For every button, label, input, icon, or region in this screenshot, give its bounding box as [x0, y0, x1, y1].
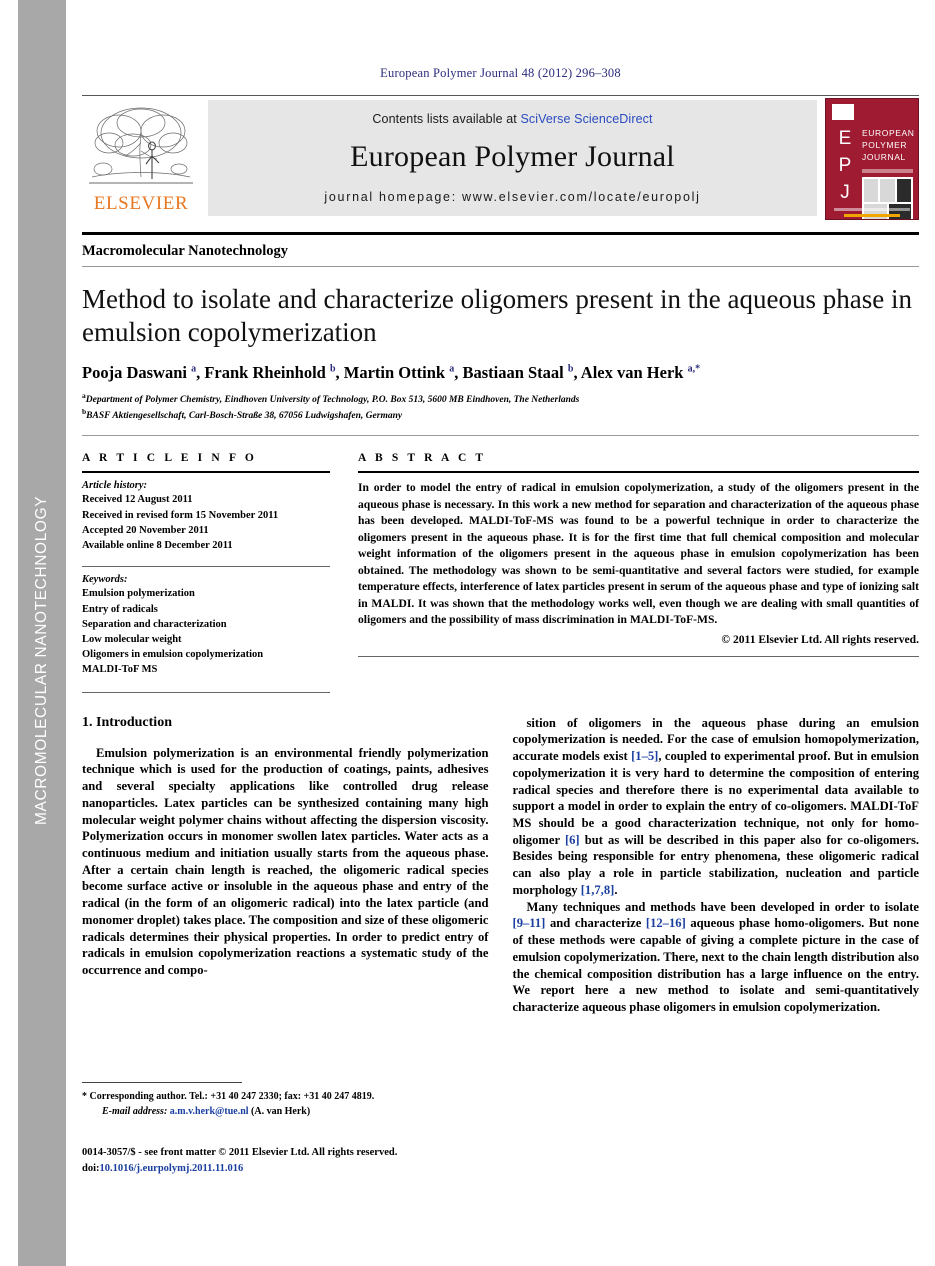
journal-masthead: ELSEVIER Contents lists available at Sci… — [82, 95, 919, 222]
doi-link[interactable]: 10.1016/j.eurpolymj.2011.11.016 — [100, 1163, 244, 1174]
cover-figure-cell — [896, 179, 911, 202]
footnote-divider — [82, 1082, 242, 1083]
history-accepted: Accepted 20 November 2011 — [82, 524, 209, 536]
cover-footer-bar — [834, 208, 910, 211]
keyword-item: Entry of radicals — [82, 603, 158, 615]
footnote-block: * Corresponding author. Tel.: +31 40 247… — [82, 1082, 482, 1119]
cover-figure-row — [864, 179, 911, 202]
cover-accent-bar — [844, 214, 900, 217]
article-info-heading: A R T I C L E I N F O — [82, 452, 257, 465]
author-list: Pooja Daswani a, Frank Rheinhold b, Mart… — [82, 362, 701, 382]
elsevier-wordmark: ELSEVIER — [93, 193, 189, 214]
article-history-heading: Article history: — [82, 480, 148, 492]
contents-available-line: Contents lists available at SciVerse Sci… — [372, 112, 652, 126]
article-info-bottom-rule — [82, 691, 330, 693]
history-online: Available online 8 December 2011 — [82, 540, 233, 552]
article-title: Method to isolate and characterize oligo… — [82, 284, 912, 347]
corresponding-author-text: Corresponding author. Tel.: +31 40 247 2… — [89, 1091, 375, 1102]
affiliation-list: aDepartment of Polymer Chemistry, Eindho… — [82, 391, 919, 424]
cover-letter-e: E — [838, 128, 852, 149]
corresponding-author-symbol: * — [82, 1091, 87, 1102]
cover-title-line-2: POLYMER — [862, 140, 908, 150]
body-paragraph: sition of oligomers in the aqueous phase… — [512, 715, 920, 897]
keywords-heading: Keywords: — [82, 574, 128, 586]
cover-figure-cell — [880, 179, 895, 202]
section-label-rule — [82, 266, 919, 267]
cover-figure-cell — [888, 204, 911, 219]
keyword-item: Separation and characterization — [82, 618, 227, 630]
cover-letter-p: P — [838, 155, 852, 176]
email-owner: (A. van Herk) — [251, 1105, 311, 1117]
running-head: European Polymer Journal 48 (2012) 296–3… — [380, 66, 621, 80]
affiliation-a-text: Department of Polymer Chemistry, Eindhov… — [85, 395, 580, 406]
cover-figure-cell — [864, 204, 887, 219]
doi-prefix: doi: — [82, 1162, 100, 1174]
body-column-left: 1. Introduction Emulsion polymerization … — [82, 715, 489, 1016]
cover-figure-cell — [864, 179, 879, 202]
history-received: Received 12 August 2011 — [82, 494, 193, 506]
sidebar-vertical-label: MACROMOLECULAR NANOTECHNOLOGY — [33, 495, 50, 825]
introduction-heading: 1. Introduction — [82, 714, 172, 730]
affiliation-a: aDepartment of Polymer Chemistry, Eindho… — [82, 390, 580, 406]
keyword-item: Low molecular weight — [82, 633, 182, 645]
article-body: 1. Introduction Emulsion polymerization … — [82, 715, 919, 1016]
keyword-item: MALDI-ToF MS — [82, 664, 158, 676]
corresponding-author-note: * Corresponding author. Tel.: +31 40 247… — [82, 1090, 482, 1105]
cover-epj-letters: E P J — [832, 125, 858, 203]
journal-title: European Polymer Journal — [350, 139, 675, 173]
article-info-heading-rule — [82, 471, 330, 474]
cover-title-line-3: JOURNAL — [862, 152, 906, 162]
email-note: E-mail address: a.m.v.herk@tue.nl (A. va… — [82, 1105, 482, 1120]
issn-line: 0014-3057/$ - see front matter © 2011 El… — [82, 1147, 398, 1158]
contents-prefix: Contents lists available at — [372, 111, 521, 126]
keyword-item: Oligomers in emulsion copolymerization — [82, 649, 264, 661]
abstract-bottom-rule — [358, 656, 919, 658]
abstract-heading: A B S T R A C T — [358, 452, 487, 465]
sciencedirect-link[interactable]: SciVerse ScienceDirect — [520, 112, 652, 126]
cover-title-line-1: EUROPEAN — [862, 128, 915, 138]
cover-letter-j: J — [840, 182, 850, 203]
history-revised: Received in revised form 15 November 201… — [82, 509, 279, 521]
keywords-divider — [82, 566, 330, 568]
cover-figure-row — [864, 204, 911, 219]
body-paragraph: Emulsion polymerization is an environmen… — [82, 745, 489, 978]
info-abstract-block: A R T I C L E I N F O Article history: R… — [82, 452, 919, 693]
cover-elsevier-mark-icon — [832, 104, 854, 120]
abstract-heading-rule — [358, 471, 919, 474]
cover-subtitle-bar — [862, 169, 913, 173]
elsevier-tree-icon — [89, 101, 193, 193]
keyword-item: Emulsion polymerization — [82, 588, 195, 600]
cover-title-text: EUROPEAN POLYMER JOURNAL — [862, 127, 915, 163]
abstract-copyright: © 2011 Elsevier Ltd. All rights reserved… — [721, 633, 919, 647]
email-link[interactable]: a.m.v.herk@tue.nl — [170, 1106, 249, 1117]
masthead-bottom-rule — [82, 232, 919, 235]
journal-homepage[interactable]: journal homepage: www.elsevier.com/locat… — [324, 190, 700, 204]
journal-cover-thumbnail: E P J EUROPEAN POLYMER JOURNAL — [825, 98, 919, 220]
affiliation-b: bBASF Aktiengesellschaft, Carl-Bosch-Str… — [82, 407, 403, 422]
section-category-label: Macromolecular Nanotechnology — [82, 243, 289, 259]
body-paragraph: Many techniques and methods have been de… — [512, 899, 920, 1015]
elsevier-logo: ELSEVIER — [82, 96, 200, 222]
affiliation-bottom-rule — [82, 435, 919, 437]
article-page: European Polymer Journal 48 (2012) 296–3… — [66, 0, 935, 1266]
body-column-right: sition of oligomers in the aqueous phase… — [513, 715, 920, 1016]
footer-block: 0014-3057/$ - see front matter © 2011 El… — [82, 1145, 502, 1177]
affiliation-b-text: BASF Aktiengesellschaft, Carl-Bosch-Stra… — [86, 411, 403, 422]
email-label: E-mail address: — [102, 1105, 168, 1117]
article-info-column: A R T I C L E I N F O Article history: R… — [82, 452, 330, 693]
doi-line: doi:10.1016/j.eurpolymj.2011.11.016 — [82, 1161, 502, 1177]
abstract-text: In order to model the entry of radical i… — [358, 481, 919, 627]
journal-banner: Contents lists available at SciVerse Sci… — [208, 100, 817, 216]
abstract-column: A B S T R A C T In order to model the en… — [358, 452, 919, 692]
